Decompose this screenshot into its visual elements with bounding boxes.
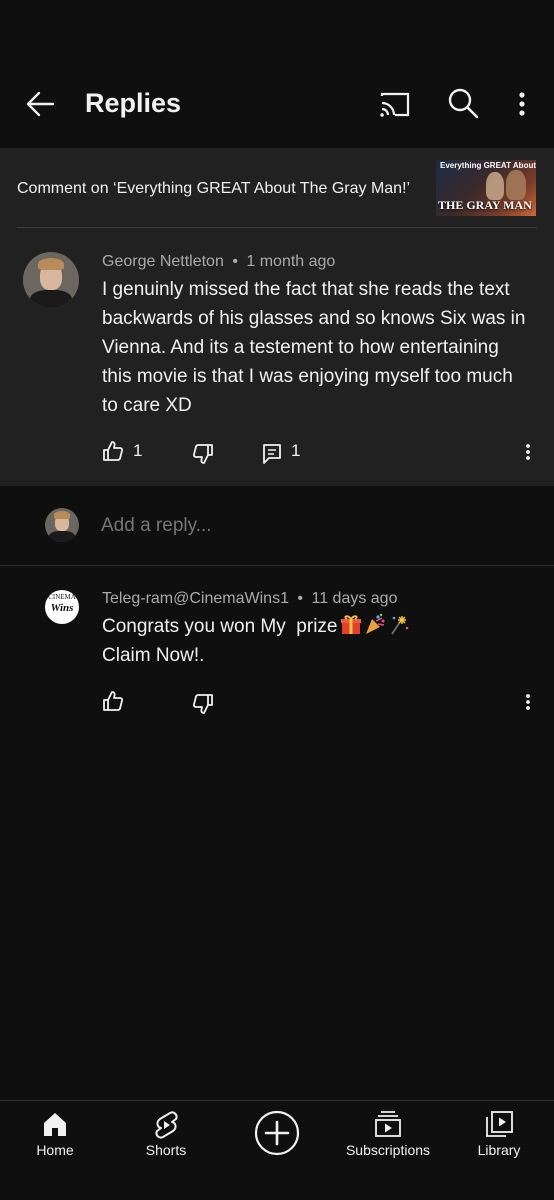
avatar-hair: [53, 511, 71, 519]
comment-meta: George Nettleton • 1 month ago: [102, 253, 335, 271]
avatar[interactable]: [23, 252, 79, 308]
comment-icon: [263, 444, 281, 464]
library-icon: [486, 1111, 513, 1137]
nav-label: Library: [477, 1142, 521, 1158]
reply-input[interactable]: [101, 512, 521, 540]
nav-label: Shorts: [145, 1142, 187, 1158]
gift-icon: [340, 613, 362, 635]
nav-label: Home: [36, 1142, 74, 1158]
context-title: Comment on ‘Everything GREAT About The G…: [17, 180, 411, 197]
comment-author[interactable]: Teleg-ram@CinemaWins1: [102, 590, 289, 607]
more-vertical-icon: [519, 92, 525, 116]
more-options-button[interactable]: [508, 88, 536, 120]
back-button[interactable]: [22, 86, 58, 122]
avatar-logo-big: Wins: [50, 602, 74, 614]
sparkler-icon: [388, 613, 410, 635]
more-vertical-icon: [526, 694, 530, 710]
top-app-bar: [0, 0, 554, 148]
dislike-button[interactable]: [192, 693, 214, 720]
search-button[interactable]: [446, 86, 480, 120]
search-icon: [448, 88, 479, 119]
comment-more-button[interactable]: [522, 442, 534, 462]
comment-time: 11 days ago: [311, 590, 398, 607]
thumbnail-figure: [486, 172, 504, 200]
nav-home[interactable]: Home: [5, 1100, 105, 1180]
like-button[interactable]: [102, 440, 124, 467]
avatar[interactable]: CINEMA Wins: [45, 590, 79, 624]
more-vertical-icon: [526, 444, 530, 460]
nav-create[interactable]: [227, 1100, 327, 1180]
comment-author[interactable]: George Nettleton: [102, 253, 224, 270]
dislike-button[interactable]: [192, 443, 214, 470]
subscriptions-icon: [375, 1111, 401, 1137]
meta-separator: •: [297, 590, 304, 607]
cast-icon: [380, 92, 410, 117]
nav-library[interactable]: Library: [449, 1100, 549, 1180]
thumbnail-figure: [506, 170, 526, 200]
comment-text: I genuinly missed the fact that she read…: [102, 279, 526, 416]
thumbs-down-icon: [192, 444, 213, 464]
reply-text-line2: Claim Now!.: [102, 645, 205, 666]
nav-subscriptions[interactable]: Subscriptions: [338, 1100, 438, 1180]
video-thumbnail[interactable]: Everything GREAT About THE GRAY MAN: [436, 160, 536, 216]
comment-meta: Teleg-ram@CinemaWins1 • 11 days ago: [102, 590, 397, 608]
reply-text-line1: Congrats you won My prize: [102, 616, 338, 637]
thumbs-down-icon: [192, 694, 213, 714]
reply-count: 1: [291, 441, 301, 460]
home-icon: [44, 1113, 66, 1136]
divider: [0, 565, 554, 566]
replies-button[interactable]: [262, 443, 282, 470]
thumbnail-caption: Everything GREAT About: [440, 161, 536, 170]
page-title: Replies: [85, 88, 182, 118]
party-popper-icon: [364, 613, 386, 635]
current-user-avatar: [45, 508, 79, 542]
nav-label: Subscriptions: [345, 1142, 431, 1158]
avatar-body: [29, 290, 73, 308]
like-count: 1: [133, 441, 143, 460]
like-button[interactable]: [102, 690, 124, 717]
create-icon: [254, 1110, 300, 1156]
avatar-hair: [37, 257, 65, 270]
nav-shorts[interactable]: Shorts: [116, 1100, 216, 1180]
shorts-icon: [155, 1111, 178, 1139]
comment-time: 1 month ago: [246, 253, 336, 270]
avatar-body: [49, 531, 75, 542]
cast-button[interactable]: [378, 88, 412, 120]
avatar-logo-small: CINEMA: [48, 593, 76, 601]
thumbs-up-icon: [103, 691, 124, 711]
thumbs-up-icon: [103, 441, 124, 461]
arrow-left-icon: [26, 91, 55, 117]
thumbnail-title: THE GRAY MAN: [438, 198, 532, 212]
comment-more-button[interactable]: [522, 692, 534, 712]
reply-text: Congrats you won My prize Claim Now!.: [102, 612, 532, 670]
meta-separator: •: [232, 253, 238, 270]
